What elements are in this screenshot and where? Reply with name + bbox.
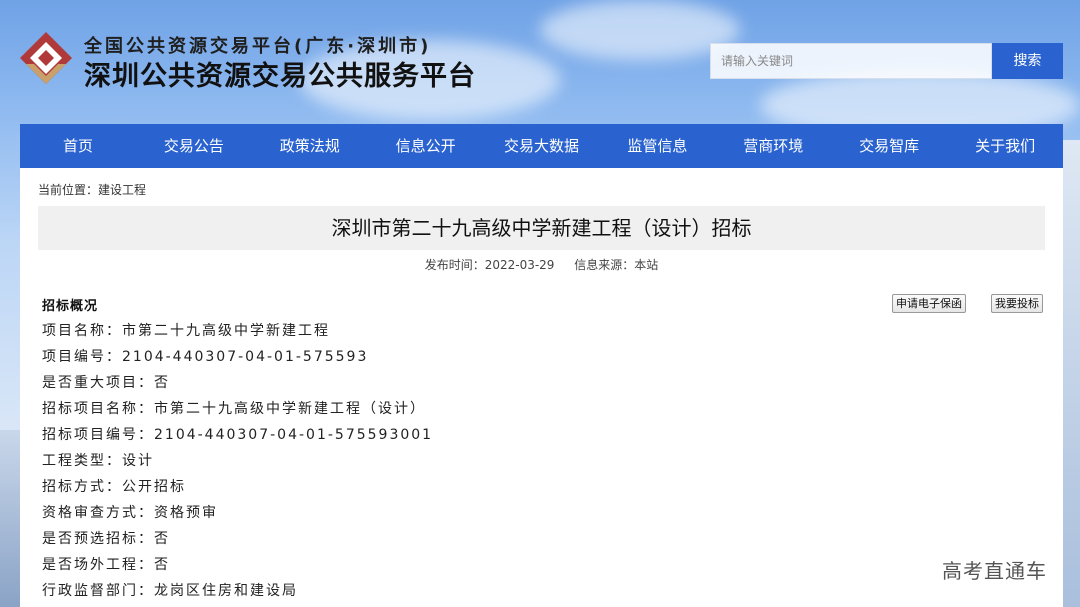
watermark-text: 高考直通车	[942, 559, 1047, 583]
page-title: 深圳市第二十九高级中学新建工程（设计）招标	[38, 206, 1045, 250]
list-item: 是否重大项目：否	[42, 375, 170, 391]
nav-item-home[interactable]: 首页	[20, 124, 136, 168]
list-item: 资格审查方式：资格预审	[42, 505, 218, 521]
section-title: 招标概况	[42, 299, 99, 314]
nav-item-policies[interactable]: 政策法规	[252, 124, 368, 168]
publish-time: 发布时间：2022-03-29	[424, 258, 555, 272]
list-item: 招标项目名称：市第二十九高级中学新建工程（设计）	[42, 401, 426, 417]
info-source: 信息来源：本站	[574, 258, 659, 272]
list-item: 项目名称：市第二十九高级中学新建工程	[42, 323, 330, 339]
city-building-decoration	[1062, 140, 1080, 607]
tender-info-list: 项目名称：市第二十九高级中学新建工程 项目编号：2104-440307-04-0…	[42, 318, 433, 604]
nav-item-about[interactable]: 关于我们	[947, 124, 1063, 168]
list-item: 是否场外工程：否	[42, 557, 170, 573]
content-panel: 当前位置：建设工程 深圳市第二十九高级中学新建工程（设计）招标 发布时间：202…	[20, 168, 1063, 607]
list-item: 招标方式：公开招标	[42, 479, 186, 495]
nav-item-big-data[interactable]: 交易大数据	[484, 124, 600, 168]
nav-item-supervision[interactable]: 监管信息	[599, 124, 715, 168]
nav-item-business-environment[interactable]: 营商环境	[715, 124, 831, 168]
site-header: 全国公共资源交易平台(广东·深圳市) 深圳公共资源交易公共服务平台 请输入关键词…	[0, 0, 1080, 124]
main-nav: 首页 交易公告 政策法规 信息公开 交易大数据 监管信息 营商环境 交易智库 关…	[20, 124, 1063, 168]
breadcrumb: 当前位置：建设工程	[38, 183, 147, 197]
list-item: 工程类型：设计	[42, 453, 154, 469]
nav-item-disclosure[interactable]: 信息公开	[368, 124, 484, 168]
search-input[interactable]: 请输入关键词	[710, 43, 992, 79]
list-item: 项目编号：2104-440307-04-01-575593	[42, 349, 369, 365]
submit-bid-button[interactable]: 我要投标	[991, 294, 1043, 313]
nav-item-announcements[interactable]: 交易公告	[136, 124, 252, 168]
site-logo-icon[interactable]	[18, 30, 74, 88]
apply-e-guarantee-button[interactable]: 申请电子保函	[892, 294, 966, 313]
city-building-decoration	[0, 430, 20, 607]
platform-title: 深圳公共资源交易公共服务平台	[84, 61, 476, 92]
list-item: 招标项目编号：2104-440307-04-01-575593001	[42, 427, 434, 443]
article-meta: 发布时间：2022-03-29 信息来源：本站	[20, 256, 1063, 273]
search-button[interactable]: 搜索	[992, 43, 1063, 79]
list-item: 是否预选招标：否	[42, 531, 170, 547]
nav-item-think-tank[interactable]: 交易智库	[831, 124, 947, 168]
list-item: 行政监督部门：龙岗区住房和建设局	[42, 583, 298, 599]
